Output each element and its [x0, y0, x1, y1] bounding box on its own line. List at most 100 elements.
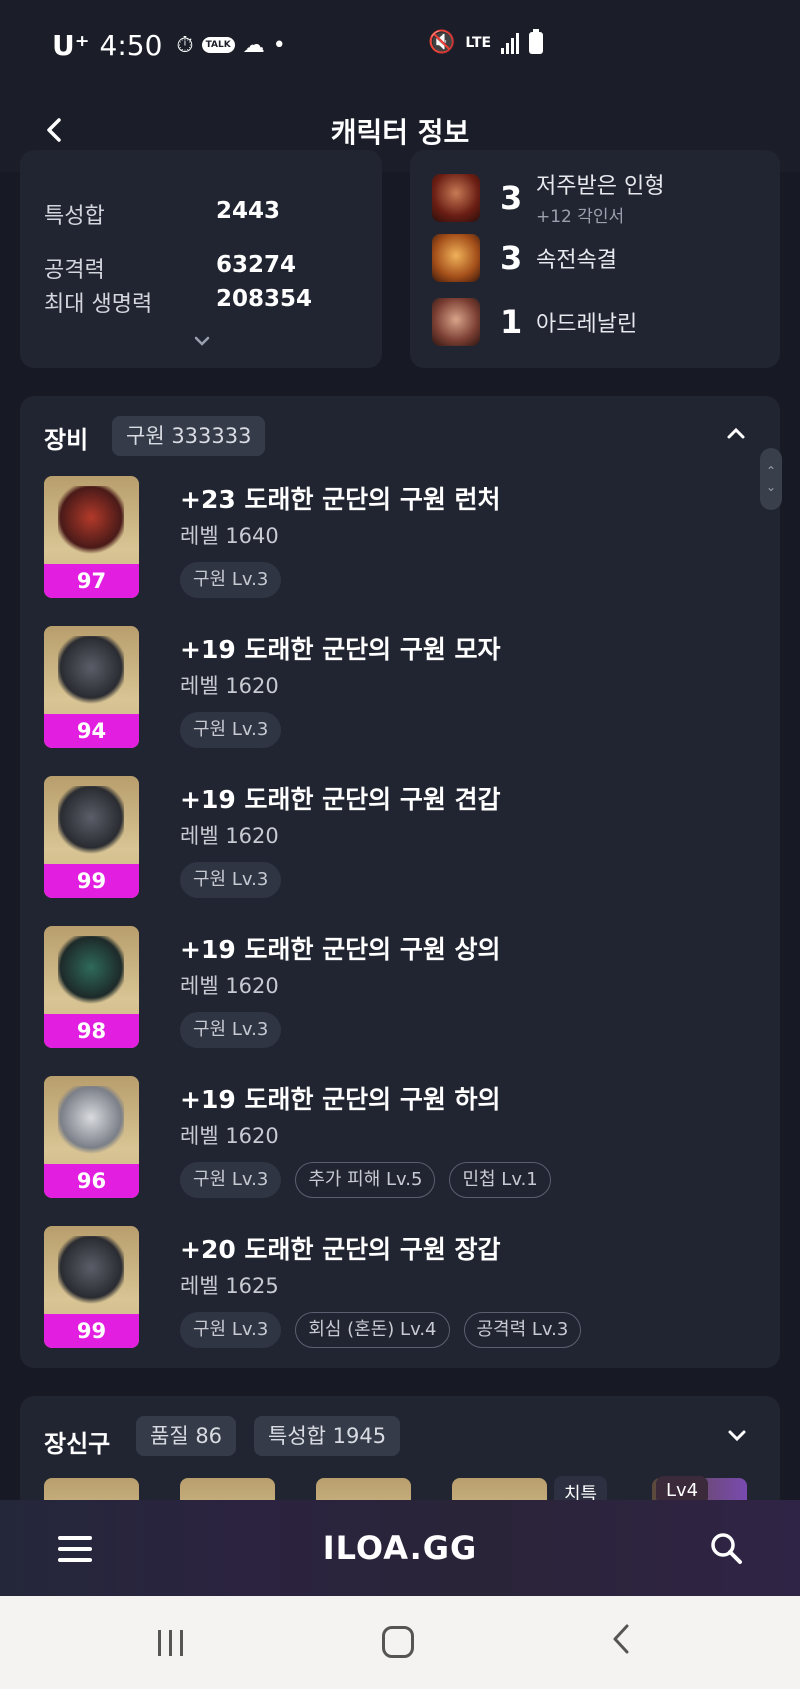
item-quality: 99: [44, 864, 139, 898]
status-right: 🔇 LTE: [428, 28, 544, 55]
stat-label-trait-sum: 특성합: [44, 204, 105, 229]
engraving-row[interactable]: 3 속전속결: [432, 234, 617, 282]
stat-value-max-hp: 208354: [216, 286, 313, 312]
item-level: 레벨 1620: [180, 974, 279, 998]
engraving-sub: +12 각인서: [536, 207, 625, 227]
engraving-row[interactable]: 1 아드레날린: [432, 298, 637, 346]
equipment-item[interactable]: 99 +19 도래한 군단의 구원 견갑 레벨 1620 구원 Lv.3: [44, 776, 744, 902]
item-tags: 구원 Lv.3: [180, 1012, 282, 1048]
clock: 4:50: [99, 28, 163, 62]
system-back-button[interactable]: [610, 1622, 632, 1664]
system-nav-bar: [0, 1596, 800, 1689]
item-thumbnail: 99: [44, 1226, 139, 1348]
item-tags: 구원 Lv.3 회심 (혼돈) Lv.4 공격력 Lv.3: [180, 1312, 582, 1348]
item-tags: 구원 Lv.3: [180, 562, 282, 598]
spirit-absorption-icon: [432, 234, 480, 282]
collapse-equipment-button[interactable]: [722, 418, 750, 446]
item-quality: 99: [44, 1314, 139, 1348]
battery-icon: [529, 28, 544, 54]
shoulder-icon: [58, 786, 124, 856]
status-bar: U⁺ 4:50 ⏱ TALK ☁ • 🔇 LTE: [0, 0, 800, 90]
network-label: LTE: [465, 34, 492, 51]
equipment-item[interactable]: 98 +19 도래한 군단의 구원 상의 레벨 1620 구원 Lv.3: [44, 926, 744, 1052]
back-button[interactable]: [36, 112, 72, 148]
item-tags: 구원 Lv.3: [180, 862, 282, 898]
signal-icon: [501, 32, 520, 54]
item-name: +19 도래한 군단의 구원 상의: [180, 935, 501, 964]
item-quality: 94: [44, 714, 139, 748]
accessories-title: 장신구: [44, 1430, 111, 1458]
site-logo[interactable]: ILOA.GG: [323, 1529, 478, 1567]
item-thumbnail: 98: [44, 926, 139, 1048]
item-tag: 추가 피해 Lv.5: [295, 1162, 436, 1198]
equipment-card: 장비 구원 333333 ⌃ ⌄ 97 +23 도래한 군단의 구원 런처 레벨…: [20, 396, 782, 1368]
item-level: 레벨 1620: [180, 1124, 279, 1148]
item-tags: 구원 Lv.3: [180, 712, 282, 748]
stat-label-max-hp: 최대 생명력: [44, 292, 153, 317]
item-tags: 구원 Lv.3 추가 피해 Lv.5 민첩 Lv.1: [180, 1162, 551, 1198]
set-badge: 구원 333333: [112, 416, 266, 456]
item-name: +19 도래한 군단의 구원 모자: [180, 635, 501, 664]
pants-icon: [58, 1086, 124, 1156]
item-tag: 구원 Lv.3: [180, 862, 282, 898]
scrollbar-thumb[interactable]: ⌃ ⌄: [760, 448, 782, 510]
engraving-level: 3: [500, 239, 523, 277]
item-quality: 96: [44, 1164, 139, 1198]
stat-value-attack: 63274: [216, 252, 297, 278]
chevron-left-icon: [47, 118, 61, 142]
item-level: 레벨 1625: [180, 1274, 279, 1298]
item-tag: 구원 Lv.3: [180, 1012, 282, 1048]
chevron-down-icon: [728, 1430, 746, 1442]
equipment-item[interactable]: 97 +23 도래한 군단의 구원 런처 레벨 1640 구원 Lv.3: [44, 476, 744, 602]
recent-apps-button[interactable]: [158, 1630, 183, 1656]
item-tag: 공격력 Lv.3: [463, 1312, 582, 1348]
item-tag: 구원 Lv.3: [180, 712, 282, 748]
stat-label-attack: 공격력: [44, 258, 105, 283]
mute-icon: 🔇: [428, 30, 456, 55]
engraving-row[interactable]: 3 저주받은 인형 +12 각인서: [432, 168, 664, 227]
chevron-left-icon: [613, 1624, 629, 1654]
kakaotalk-icon: TALK: [201, 37, 235, 53]
timer-icon: ⏱: [176, 32, 194, 58]
item-tag: 민첩 Lv.1: [449, 1162, 551, 1198]
item-quality: 97: [44, 564, 139, 598]
expand-stats-button[interactable]: [192, 332, 212, 352]
expand-accessories-button[interactable]: [724, 1424, 750, 1450]
equipment-item[interactable]: 96 +19 도래한 군단의 구원 하의 레벨 1620 구원 Lv.3 추가 …: [44, 1076, 744, 1202]
item-level: 레벨 1620: [180, 674, 279, 698]
item-tag: 구원 Lv.3: [180, 1162, 282, 1198]
search-icon: [711, 1533, 742, 1564]
scroll-up-icon: ⌃: [765, 464, 777, 478]
trait-sum-badge: 특성합 1945: [254, 1416, 401, 1456]
cursed-doll-icon: [432, 173, 480, 222]
item-thumbnail: 94: [44, 626, 139, 748]
accessories-card: 장신구 품질 86 특성합 1945 치특 Lv4: [20, 1396, 780, 1516]
engraving-level: 1: [500, 303, 523, 341]
quality-badge: 품질 86: [136, 1416, 237, 1456]
carrier-label: U⁺: [52, 28, 90, 62]
engraving-level: 3: [500, 178, 523, 217]
search-button[interactable]: [708, 1530, 744, 1566]
item-name: +19 도래한 군단의 구원 하의: [180, 1085, 501, 1114]
helmet-icon: [58, 636, 124, 706]
home-button[interactable]: [382, 1626, 414, 1658]
item-level: 레벨 1640: [180, 524, 279, 548]
item-tag: 구원 Lv.3: [180, 562, 282, 598]
item-quality: 98: [44, 1014, 139, 1048]
launcher-icon: [58, 486, 124, 556]
gloves-icon: [58, 1236, 124, 1306]
page-title: 캐릭터 정보: [330, 116, 470, 149]
item-name: +23 도래한 군단의 구원 런처: [180, 485, 501, 514]
chevron-down-icon: [194, 336, 210, 346]
equipment-item[interactable]: 94 +19 도래한 군단의 구원 모자 레벨 1620 구원 Lv.3: [44, 626, 744, 752]
item-name: +20 도래한 군단의 구원 장갑: [180, 1235, 501, 1264]
engraving-text: 저주받은 인형 +12 각인서: [536, 168, 664, 227]
item-thumbnail: 96: [44, 1076, 139, 1198]
cloud-icon: ☁: [242, 32, 265, 58]
item-name: +19 도래한 군단의 구원 견갑: [180, 785, 501, 814]
engraving-name: 저주받은 인형: [536, 174, 665, 199]
item-thumbnail: 99: [44, 776, 139, 898]
menu-button[interactable]: [58, 1536, 92, 1562]
adrenaline-icon: [432, 298, 480, 346]
equipment-item[interactable]: 99 +20 도래한 군단의 구원 장갑 레벨 1625 구원 Lv.3 회심 …: [44, 1226, 744, 1352]
